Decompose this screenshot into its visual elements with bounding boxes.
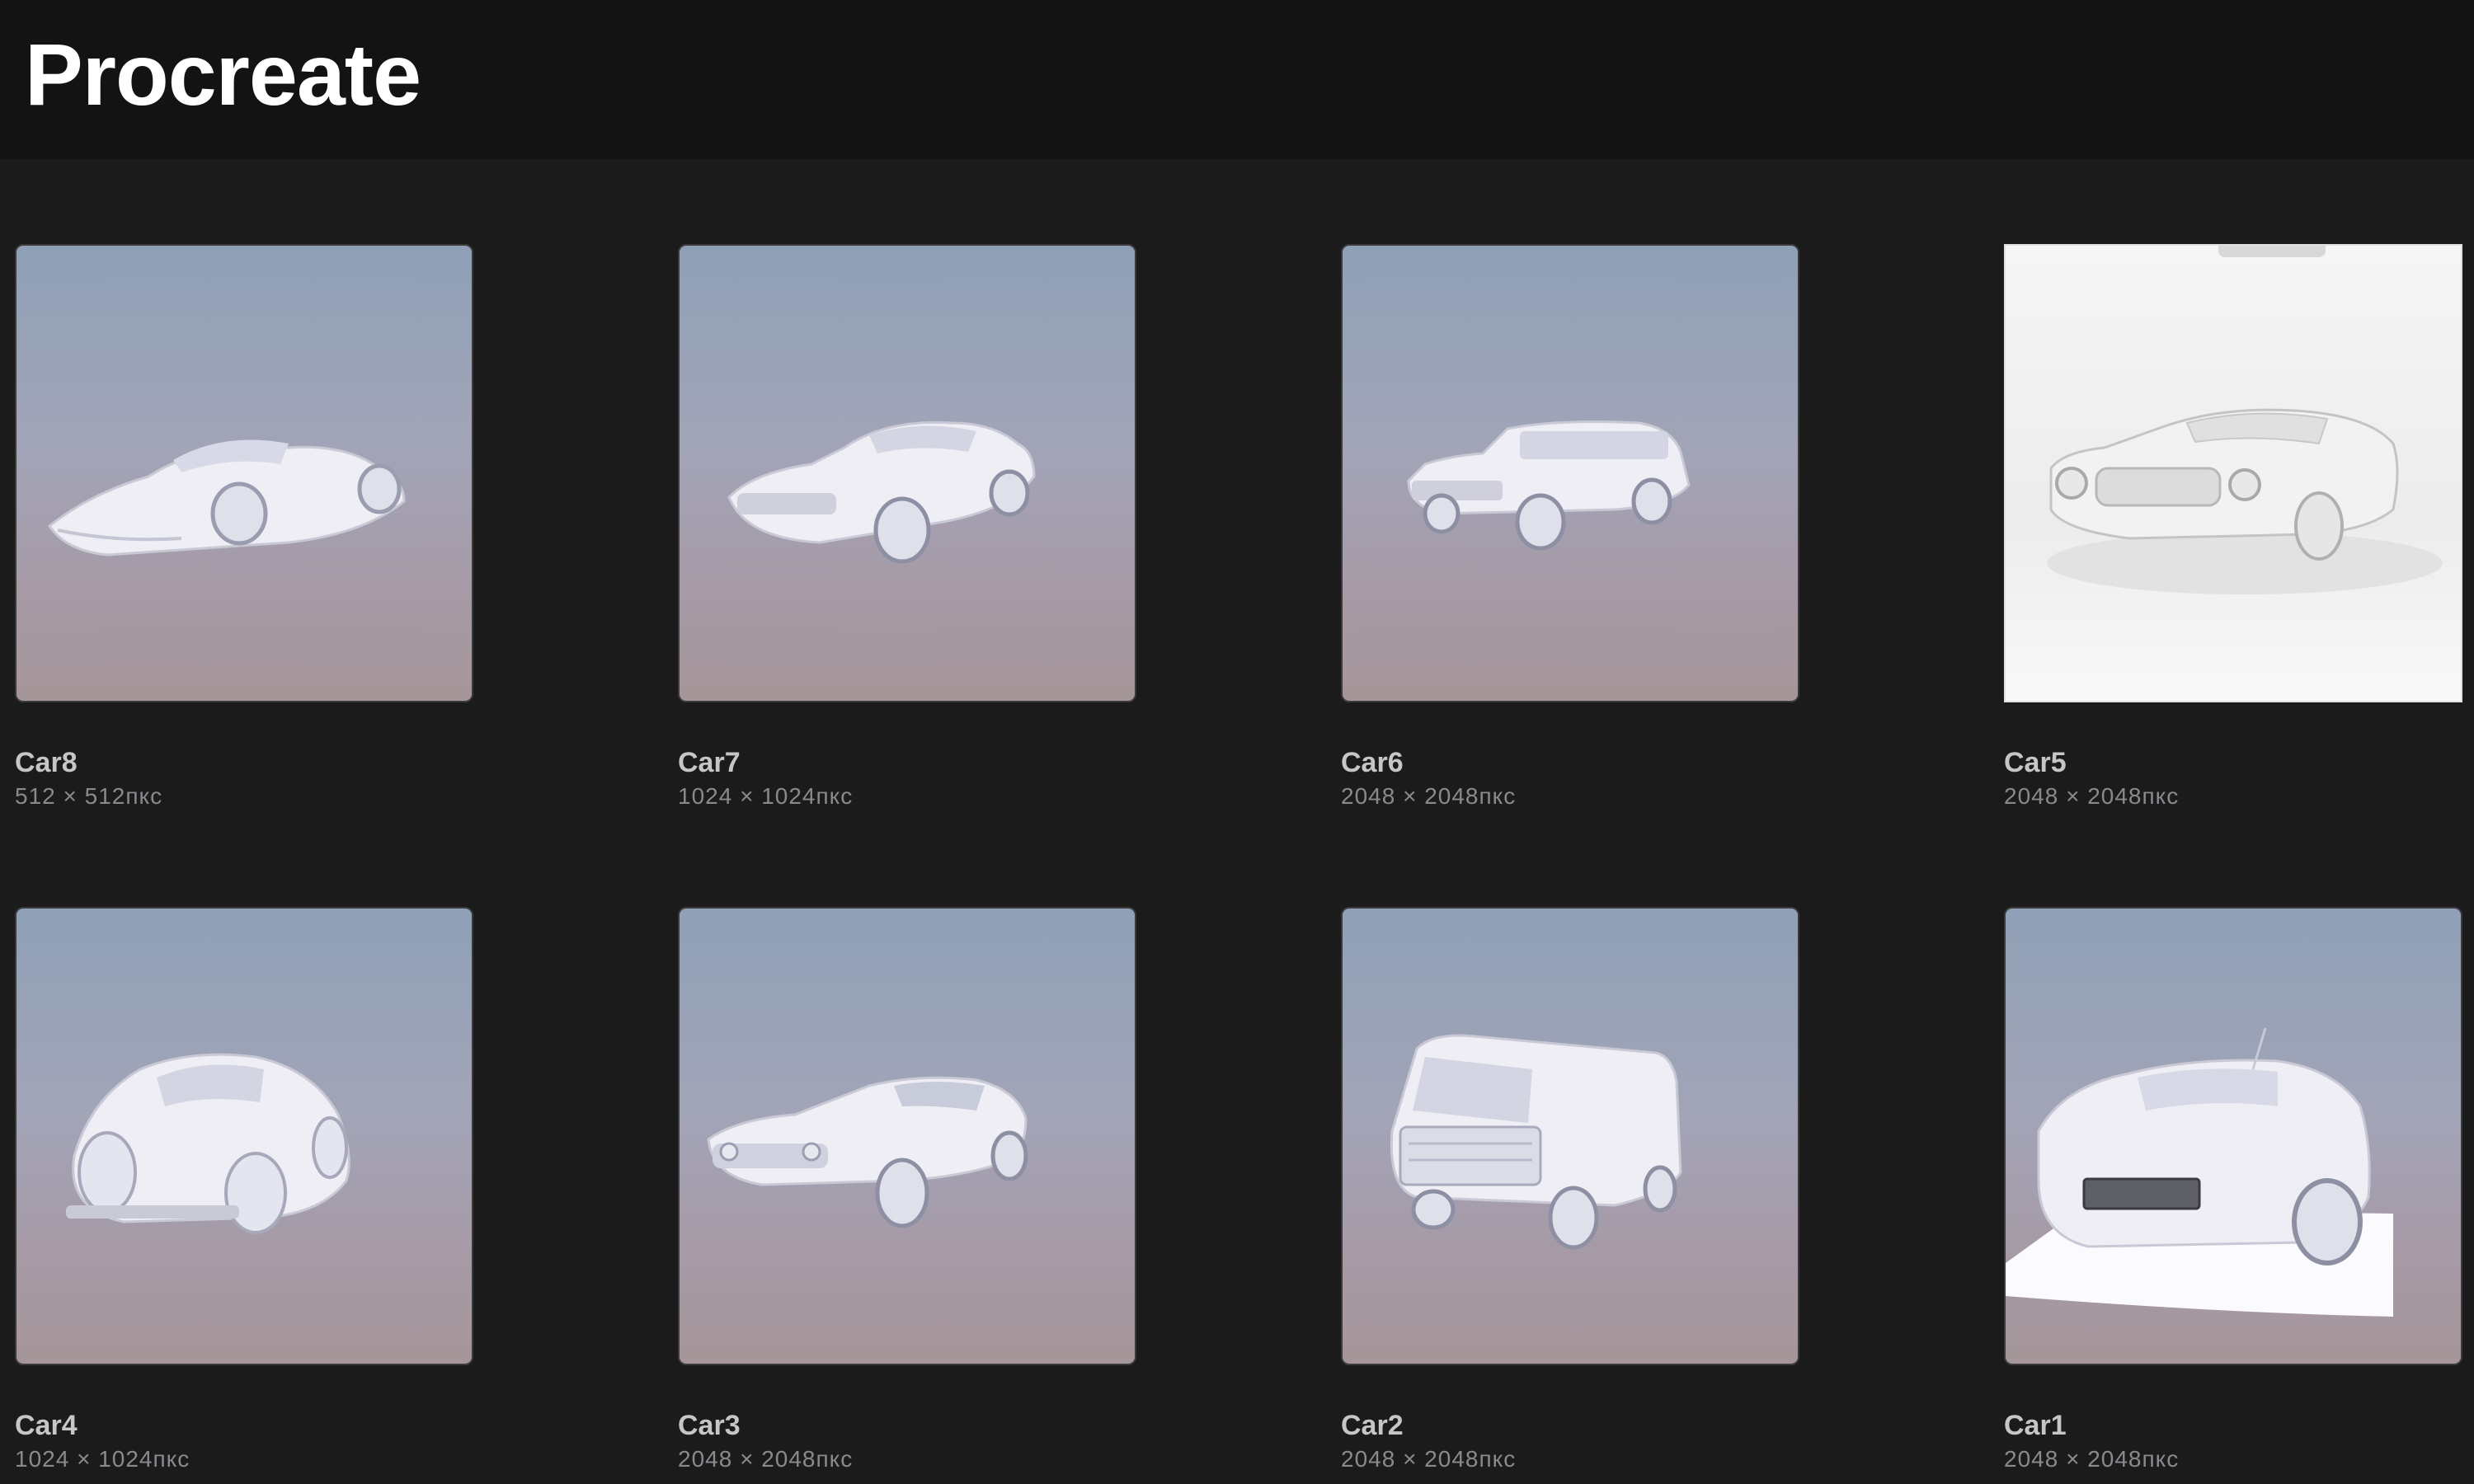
artwork-card-car5[interactable]: Car5 2048 × 2048пкс [2004, 244, 2466, 821]
artwork-dimensions: 1024 × 1024пкс [678, 783, 854, 809]
artwork-card-car4[interactable]: Car4 1024 × 1024пкс [15, 907, 477, 1484]
artwork-card-car3[interactable]: Car3 2048 × 2048пкс [678, 907, 1140, 1484]
app-title: Procreate [25, 26, 421, 124]
artwork-dimensions: 1024 × 1024пкс [15, 1446, 190, 1472]
artwork-card-car7[interactable]: Car7 1024 × 1024пкс [678, 244, 1140, 821]
artwork-thumbnail[interactable] [678, 907, 1136, 1365]
artwork-title: Car4 [15, 1410, 78, 1441]
fastback-car-icon [707, 1076, 1028, 1228]
artwork-thumbnail[interactable] [678, 244, 1136, 702]
artwork-dimensions: 512 × 512пкс [15, 783, 163, 809]
artwork-dimensions: 2048 × 2048пкс [2004, 783, 2180, 809]
artwork-title: Car3 [678, 1410, 741, 1441]
artwork-card-car6[interactable]: Car6 2048 × 2048пкс [1341, 244, 1803, 821]
artwork-title: Car2 [1341, 1410, 1404, 1441]
artwork-title: Car8 [15, 747, 78, 778]
artwork-card-car2[interactable]: Car2 2048 × 2048пкс [1341, 907, 1803, 1484]
beetle-car-icon [66, 1053, 350, 1234]
artwork-dimensions: 2048 × 2048пкс [678, 1446, 854, 1472]
sports-car-icon [47, 439, 406, 556]
artwork-card-car8[interactable]: Car8 512 × 512пкс [15, 244, 477, 821]
artwork-thumbnail[interactable] [1341, 244, 1799, 702]
artwork-dimensions: 2048 × 2048пкс [1341, 783, 1517, 809]
artwork-title: Car1 [2004, 1410, 2067, 1441]
station-wagon-icon [1407, 420, 1691, 551]
van-icon [1390, 1034, 1682, 1250]
app-header: Procreate [0, 0, 2474, 159]
artwork-thumbnail[interactable] [15, 907, 473, 1365]
artwork-dimensions: 2048 × 2048пкс [1341, 1446, 1517, 1472]
artwork-title: Car5 [2004, 747, 2067, 778]
hatchback-car-icon [2006, 1027, 2393, 1317]
muscle-car-icon [727, 420, 1036, 564]
artwork-card-car1[interactable]: Car1 2048 × 2048пкс [2004, 907, 2466, 1484]
artwork-title: Car6 [1341, 747, 1404, 778]
artwork-thumbnail[interactable] [15, 244, 473, 702]
classic-coupe-icon [2047, 408, 2443, 594]
artwork-thumbnail[interactable] [1341, 907, 1799, 1365]
artwork-thumbnail[interactable] [2004, 244, 2462, 702]
artwork-dimensions: 2048 × 2048пкс [2004, 1446, 2180, 1472]
artwork-thumbnail[interactable] [2004, 907, 2462, 1365]
procreate-gallery-screen: Procreate Car8 512 × 512пкс Car7 1024 × … [0, 0, 2474, 1484]
artwork-gallery: Car8 512 × 512пкс Car7 1024 × 1024пкс Ca… [0, 159, 2474, 1484]
artwork-title: Car7 [678, 747, 741, 778]
